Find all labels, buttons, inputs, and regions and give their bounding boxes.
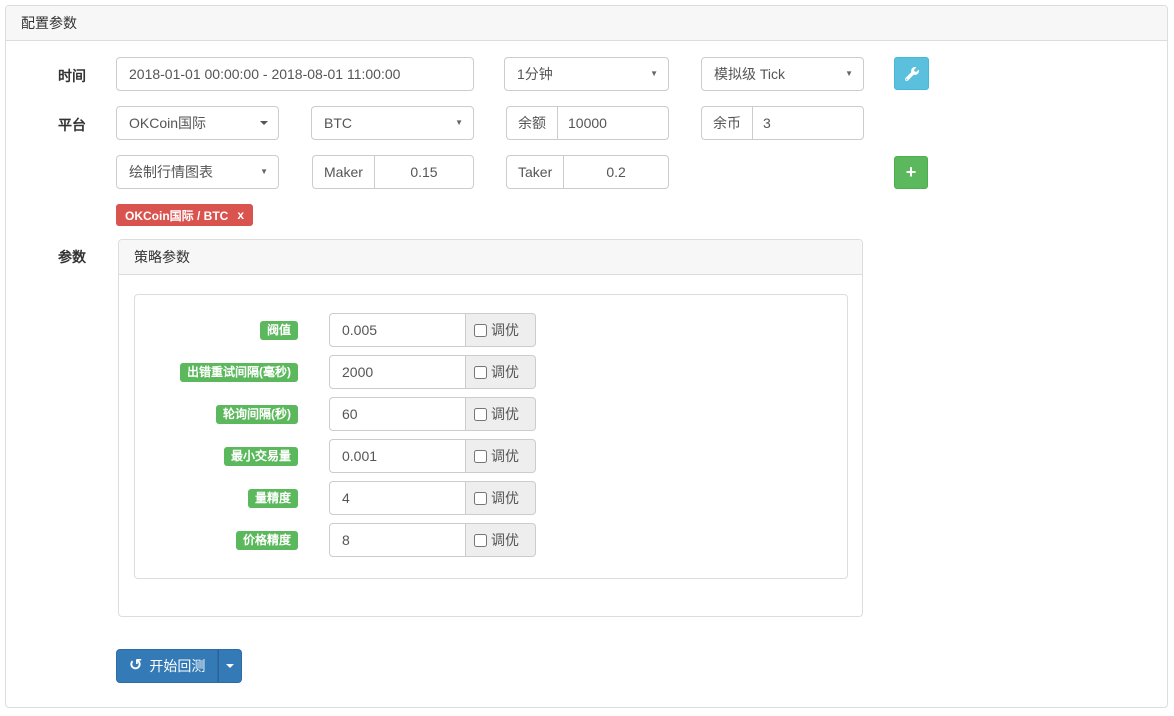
param-name-badge: 价格精度	[235, 530, 298, 550]
tune-addon: 调优	[466, 397, 536, 431]
stocks-addon-label: 余币	[701, 106, 752, 140]
period-select-value: 1分钟	[517, 66, 553, 82]
start-backtest-button[interactable]: ↺ 开始回测	[116, 649, 219, 683]
tune-checkbox[interactable]	[474, 533, 487, 547]
param-name-badge: 量精度	[247, 488, 298, 508]
coin-select[interactable]: BTC ▼	[311, 106, 474, 140]
tune-addon: 调优	[466, 313, 536, 347]
taker-fee-group: Taker	[506, 155, 669, 189]
tune-label: 调优	[491, 448, 519, 464]
param-value-input[interactable]	[329, 313, 466, 347]
exchange-dropdown[interactable]: OKCoin国际	[116, 106, 279, 140]
strategy-params-header: 策略参数	[119, 240, 862, 275]
strategy-params-panel: 策略参数 阀值 调优 出错重试间隔(毫秒)	[118, 239, 863, 617]
stocks-input[interactable]	[752, 106, 864, 140]
time-label: 时间	[58, 68, 86, 84]
caret-down-icon	[260, 121, 268, 125]
maker-addon-label: Maker	[312, 155, 374, 189]
tune-checkbox[interactable]	[474, 491, 487, 505]
tune-checkbox[interactable]	[474, 365, 487, 379]
param-value-input[interactable]	[329, 439, 466, 473]
close-icon[interactable]: x	[237, 208, 244, 222]
tune-addon: 调优	[466, 481, 536, 515]
param-row: 阀值 调优	[135, 313, 847, 347]
caret-down-icon: ▼	[455, 118, 463, 127]
period-select[interactable]: 1分钟 ▼	[504, 57, 669, 91]
config-panel-header: 配置参数	[6, 6, 1167, 41]
pair-tag-label: OKCoin国际 / BTC	[125, 208, 229, 223]
time-range-input[interactable]	[116, 57, 474, 91]
maker-fee-group: Maker	[312, 155, 474, 189]
param-value-input[interactable]	[329, 523, 466, 557]
coin-select-value: BTC	[324, 115, 352, 131]
start-backtest-label: 开始回测	[149, 658, 206, 674]
plus-icon: +	[905, 162, 917, 182]
tune-label: 调优	[491, 406, 519, 422]
tick-mode-select[interactable]: 模拟级 Tick ▼	[701, 57, 864, 91]
param-row: 出错重试间隔(毫秒) 调优	[135, 355, 847, 389]
taker-fee-input[interactable]	[563, 155, 669, 189]
caret-down-icon: ▼	[650, 69, 658, 78]
start-backtest-group: ↺ 开始回测	[116, 649, 243, 683]
repeat-icon: ↺	[129, 657, 143, 674]
balance-group: 余额	[506, 106, 669, 140]
tune-label: 调优	[491, 322, 519, 338]
page-title: 配置参数	[21, 15, 77, 31]
param-name-badge: 出错重试间隔(毫秒)	[180, 362, 298, 382]
param-name-badge: 轮询间隔(秒)	[216, 404, 298, 424]
params-label: 参数	[58, 249, 86, 265]
stocks-group: 余币	[701, 106, 864, 140]
tune-label: 调优	[491, 490, 519, 506]
add-pair-button[interactable]: +	[894, 156, 928, 189]
tune-addon: 调优	[466, 355, 536, 389]
chart-mode-select[interactable]: 绘制行情图表 ▼	[116, 155, 279, 189]
config-panel: 配置参数 时间 1分钟 ▼ 模拟级 Tick ▼ 平台 OKCoin国际 BTC…	[5, 5, 1168, 708]
tune-checkbox[interactable]	[474, 449, 487, 463]
param-row: 最小交易量 调优	[135, 439, 847, 473]
balance-input[interactable]	[557, 106, 669, 140]
pair-tag: OKCoin国际 / BTC x	[116, 204, 254, 226]
maker-fee-input[interactable]	[373, 155, 474, 189]
tune-label: 调优	[491, 364, 519, 380]
caret-down-icon: ▼	[260, 167, 268, 176]
param-row: 量精度 调优	[135, 481, 847, 515]
tune-checkbox[interactable]	[474, 407, 487, 421]
taker-addon-label: Taker	[506, 155, 564, 189]
param-row: 价格精度 调优	[135, 523, 847, 557]
caret-down-icon: ▼	[845, 69, 853, 78]
param-row: 轮询间隔(秒) 调优	[135, 397, 847, 431]
platform-label: 平台	[58, 117, 86, 133]
advanced-settings-button[interactable]	[894, 57, 929, 90]
caret-down-icon	[226, 664, 235, 668]
tune-addon: 调优	[466, 523, 536, 557]
param-value-input[interactable]	[329, 355, 466, 389]
start-backtest-caret-button[interactable]	[218, 649, 243, 683]
tune-addon: 调优	[466, 439, 536, 473]
exchange-dropdown-value: OKCoin国际	[129, 115, 207, 131]
param-value-input[interactable]	[329, 397, 466, 431]
param-value-input[interactable]	[329, 481, 466, 515]
balance-addon-label: 余额	[506, 106, 557, 140]
param-name-badge: 阀值	[259, 320, 298, 340]
tune-label: 调优	[491, 532, 519, 548]
chart-mode-select-value: 绘制行情图表	[129, 164, 213, 180]
param-name-badge: 最小交易量	[223, 446, 298, 466]
params-box: 阀值 调优 出错重试间隔(毫秒) 调优	[134, 294, 848, 579]
tune-checkbox[interactable]	[474, 323, 487, 337]
strategy-params-title: 策略参数	[134, 249, 190, 265]
wrench-icon	[904, 66, 919, 81]
tick-mode-select-value: 模拟级 Tick	[714, 66, 786, 82]
